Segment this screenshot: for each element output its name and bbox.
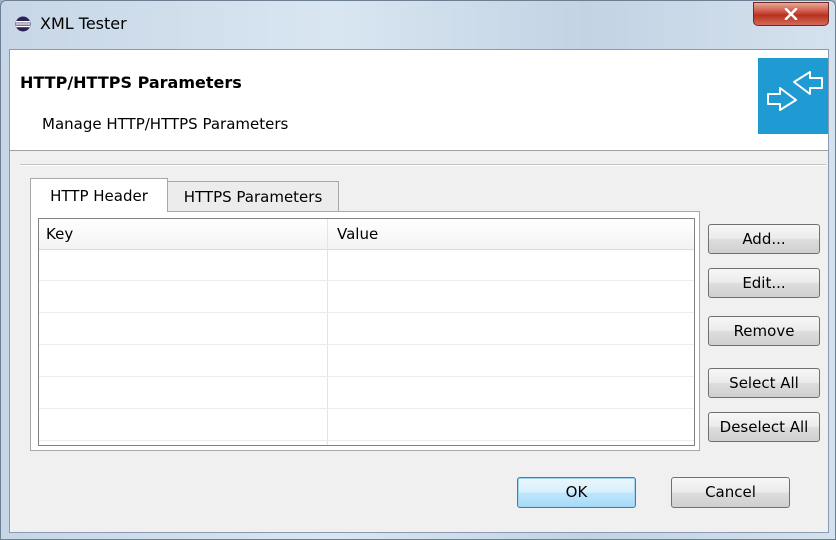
page-description: Manage HTTP/HTTPS Parameters (42, 115, 289, 133)
close-icon (784, 8, 798, 20)
table-header: Key Value (39, 219, 694, 250)
table-row[interactable] (39, 281, 694, 313)
table-row[interactable] (39, 377, 694, 409)
table-row[interactable] (39, 409, 694, 441)
section-separator-highlight (20, 165, 826, 166)
column-header-value[interactable]: Value (337, 225, 378, 243)
cancel-button[interactable]: Cancel (671, 477, 790, 508)
banner-separator (10, 150, 828, 151)
tab-https-parameters[interactable]: HTTPS Parameters (167, 181, 339, 211)
title-bar[interactable]: XML Tester (1, 1, 835, 47)
tab-http-header[interactable]: HTTP Header (30, 178, 168, 212)
dialog-window: XML Tester HTTP/HTTPS Parameters Manage … (0, 0, 836, 540)
header-table[interactable]: Key Value (38, 218, 695, 446)
ok-button[interactable]: OK (517, 477, 636, 508)
tab-http-header-label: HTTP Header (50, 187, 148, 205)
table-row[interactable] (39, 345, 694, 377)
add-button[interactable]: Add... (708, 224, 820, 254)
header-banner: HTTP/HTTPS Parameters Manage HTTP/HTTPS … (10, 50, 828, 150)
close-button[interactable] (753, 2, 829, 26)
column-header-key[interactable]: Key (46, 225, 73, 243)
tab-https-parameters-label: HTTPS Parameters (183, 188, 323, 206)
table-row[interactable] (39, 313, 694, 345)
eclipse-icon (15, 16, 31, 32)
remove-button[interactable]: Remove (708, 316, 820, 346)
deselect-all-button[interactable]: Deselect All (708, 412, 820, 442)
window-title: XML Tester (40, 14, 127, 33)
table-row[interactable] (39, 249, 694, 281)
select-all-button[interactable]: Select All (708, 368, 820, 398)
edit-button[interactable]: Edit... (708, 268, 820, 298)
dialog-content: HTTP/HTTPS Parameters Manage HTTP/HTTPS … (9, 49, 829, 533)
page-title: HTTP/HTTPS Parameters (20, 73, 242, 92)
tab-panel: Key Value (30, 211, 700, 451)
exchange-arrows-icon (758, 58, 828, 134)
